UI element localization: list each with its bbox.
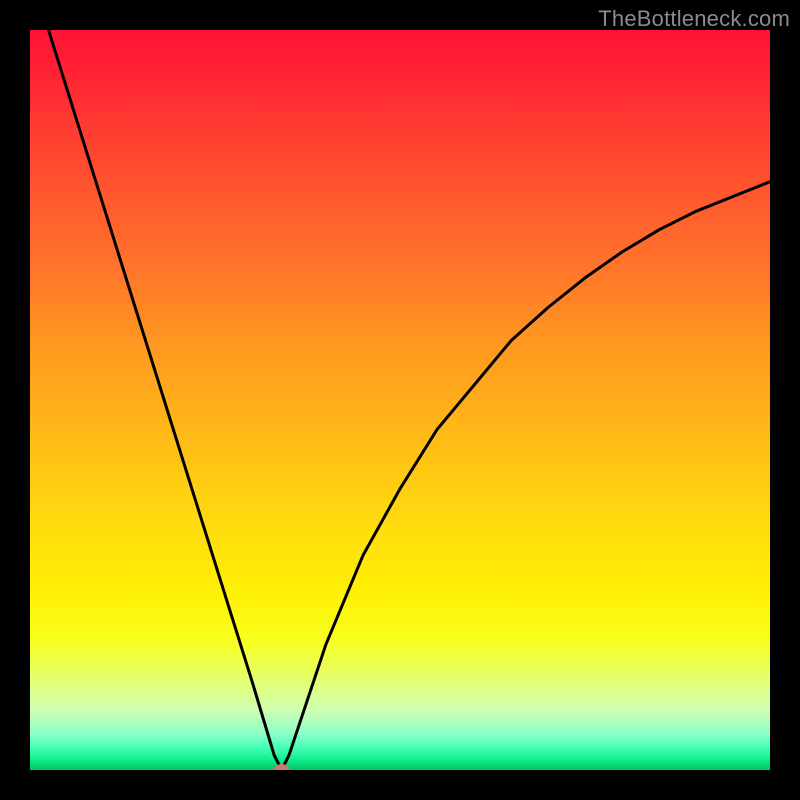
watermark-text: TheBottleneck.com <box>598 6 790 32</box>
minimum-marker <box>274 764 290 770</box>
chart-frame: TheBottleneck.com <box>0 0 800 800</box>
curve-layer <box>30 30 770 770</box>
plot-area <box>30 30 770 770</box>
bottleneck-curve <box>30 30 770 770</box>
